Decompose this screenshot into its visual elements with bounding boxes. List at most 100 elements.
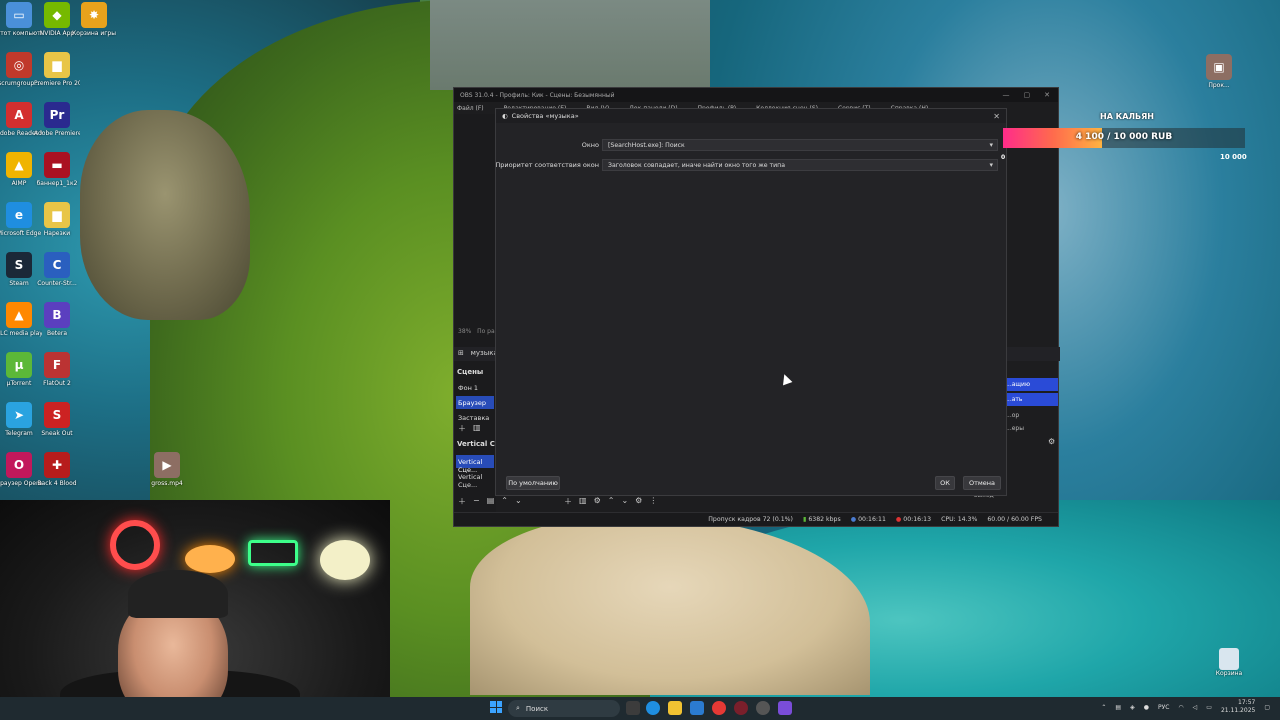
scene-item[interactable]: Фон 1 <box>456 381 494 394</box>
gear-icon[interactable]: ⊞ <box>458 349 464 357</box>
desktop-icon[interactable]: ✚ Back 4 Blood <box>34 452 80 487</box>
maximize-icon[interactable]: ▢ <box>1024 91 1031 99</box>
record-time: 00:16:13 <box>903 516 932 523</box>
sources-dock-buttons: ＋ ▥ ⚙ ⌃ ⌄ ⚙ ⋮ <box>564 496 657 507</box>
search-icon: ⌕ <box>516 704 520 712</box>
trash-icon[interactable]: ▥ <box>473 423 481 434</box>
vertical-scene-item[interactable]: Vertical Сце... <box>456 470 494 489</box>
search-placeholder: Поиск <box>525 704 549 713</box>
chevron-up-icon[interactable]: ⌃ <box>1101 704 1106 711</box>
language-indicator[interactable]: РУС <box>1158 704 1169 711</box>
clock-time: 17:57 <box>1238 699 1256 706</box>
zoom-level: 38% <box>458 328 472 335</box>
desktop-icon-label: Корзина игры <box>72 30 116 37</box>
desktop-icon-right[interactable]: ▣ Прок... <box>1196 54 1242 89</box>
ok-button[interactable]: ОК <box>935 476 955 490</box>
store-icon[interactable] <box>690 701 704 715</box>
menu-item[interactable]: Файл (F) <box>457 105 484 112</box>
desktop-icon-label: Counter-Str... <box>37 280 77 287</box>
desktop-icon-label: gross.mp4 <box>151 480 183 487</box>
taskbar-search[interactable]: ⌕ Поиск <box>508 700 620 717</box>
network-icon[interactable]: ▤ <box>1115 704 1121 711</box>
volume-icon[interactable]: ◁ <box>1193 704 1198 711</box>
desktop-icon[interactable]: ✸ Корзина игры <box>71 2 117 37</box>
add-icon[interactable]: ＋ <box>458 496 466 507</box>
properties-dialog[interactable]: ◐ Свойства «музыка» ✕ Окно [SearchHost.e… <box>495 108 1007 496</box>
task-view-icon[interactable] <box>626 701 640 715</box>
wifi-icon[interactable]: ◠ <box>1178 704 1183 711</box>
notifications-icon[interactable]: ▢ <box>1264 704 1270 711</box>
obs-titlebar: OBS 31.0.4 - Профиль: Кик - Сцены: Безым… <box>454 88 1058 102</box>
app-icon: Pr <box>44 102 70 128</box>
clock[interactable]: 17:57 21.11.2025 <box>1221 699 1255 715</box>
edge-icon[interactable] <box>646 701 660 715</box>
desktop-icon[interactable]: F FlatOut 2 <box>34 352 80 387</box>
yandex-icon[interactable] <box>712 701 726 715</box>
app-icon: C <box>44 252 70 278</box>
goal-max: 10 000 <box>1220 153 1247 161</box>
app-icon[interactable] <box>778 701 792 715</box>
priority-select[interactable]: Заголовок совпадает, иначе найти окно то… <box>602 159 998 171</box>
filter-icon[interactable]: ▤ <box>487 496 495 507</box>
explorer-icon[interactable] <box>668 701 682 715</box>
down-arrow-icon[interactable]: ⌄ <box>515 496 522 507</box>
wallpaper-rock <box>80 110 250 320</box>
scene-item-selected[interactable]: Браузер <box>456 396 494 409</box>
defaults-button[interactable]: По умолчанию <box>506 476 560 490</box>
windows-start-icon[interactable] <box>490 701 502 713</box>
clock-date: 21.11.2025 <box>1220 707 1256 714</box>
trash-icon[interactable]: ▥ <box>579 496 587 507</box>
record-icon: ● <box>895 516 902 523</box>
desktop-icon[interactable]: C Counter-Str... <box>34 252 80 287</box>
desktop-icon[interactable]: S Sneak Out <box>34 402 80 437</box>
window-row: Окно [SearchHost.exe]: Поиск ▾ <box>496 139 1008 151</box>
desktop-icon[interactable]: Pr Adobe Premiere P... <box>34 102 80 137</box>
goal-progress-bar: 4 100 / 10 000 RUB <box>1003 128 1245 148</box>
vertical-scene-selected[interactable]: Vertical Сце... <box>456 455 494 474</box>
fps: 60.00 / 60.00 FPS <box>987 516 1042 523</box>
remove-icon[interactable]: − <box>473 496 480 507</box>
up-arrow-icon[interactable]: ⌃ <box>501 496 508 507</box>
window-select[interactable]: [SearchHost.exe]: Поиск ▾ <box>602 139 998 151</box>
app-icon: ▶ <box>154 452 180 478</box>
control-button[interactable]: ...ать <box>1002 393 1058 406</box>
control-label[interactable]: ...еры <box>1002 423 1058 434</box>
shield-icon[interactable]: ◈ <box>1130 704 1135 711</box>
priority-select-value: Заголовок совпадает, иначе найти окно то… <box>608 162 786 169</box>
priority-label: Приоритет соответствия окон <box>495 161 599 169</box>
up-arrow-icon[interactable]: ⌃ <box>608 496 615 507</box>
desktop-icon[interactable]: ▶ gross.mp4 <box>144 452 190 487</box>
desktop-icon[interactable]: ▆ Premiere Pro 2024 (24.2... <box>34 52 80 87</box>
minimize-icon[interactable]: — <box>1003 91 1010 99</box>
neon-light <box>248 540 298 566</box>
more-icon[interactable]: ⋮ <box>649 496 657 507</box>
close-icon[interactable]: ✕ <box>993 112 1006 121</box>
control-button[interactable]: ...ащию <box>1002 378 1058 391</box>
app-icon: ▭ <box>6 2 32 28</box>
obs-logo-icon: ◐ <box>502 112 508 120</box>
close-icon[interactable]: ✕ <box>1044 91 1050 99</box>
obs-icon[interactable] <box>756 701 770 715</box>
down-arrow-icon[interactable]: ⌄ <box>621 496 628 507</box>
battery-icon[interactable]: ▭ <box>1206 704 1212 711</box>
mic-icon[interactable]: ● <box>1144 704 1149 711</box>
add-icon[interactable]: ＋ <box>564 496 572 507</box>
desktop-icon-label: Back 4 Blood <box>37 480 77 487</box>
desktop-icon[interactable]: ▆ Нарезки <box>34 202 80 237</box>
add-icon[interactable]: ＋ <box>458 423 466 434</box>
app-icon: ▬ <box>44 152 70 178</box>
desktop-icon[interactable]: B Betera <box>34 302 80 337</box>
gear-icon[interactable]: ⚙ <box>635 496 642 507</box>
settings-gear-icon[interactable]: ⚙ <box>1048 437 1055 446</box>
desktop-icon[interactable]: ▬ баннер1_1к2 <box>34 152 80 187</box>
opera-gx-icon[interactable] <box>734 701 748 715</box>
gear-icon[interactable]: ⚙ <box>594 496 601 507</box>
recycle-bin[interactable]: Корзина <box>1206 648 1252 677</box>
app-icon: e <box>6 202 32 228</box>
desktop-icon-label: Betera <box>47 330 67 337</box>
control-label[interactable]: ...ор <box>1002 408 1058 423</box>
cpu-usage: CPU: 14.3% <box>941 516 978 523</box>
cancel-button[interactable]: Отмена <box>963 476 1001 490</box>
app-icon: ◎ <box>6 52 32 78</box>
obs-preview-left <box>454 114 496 514</box>
